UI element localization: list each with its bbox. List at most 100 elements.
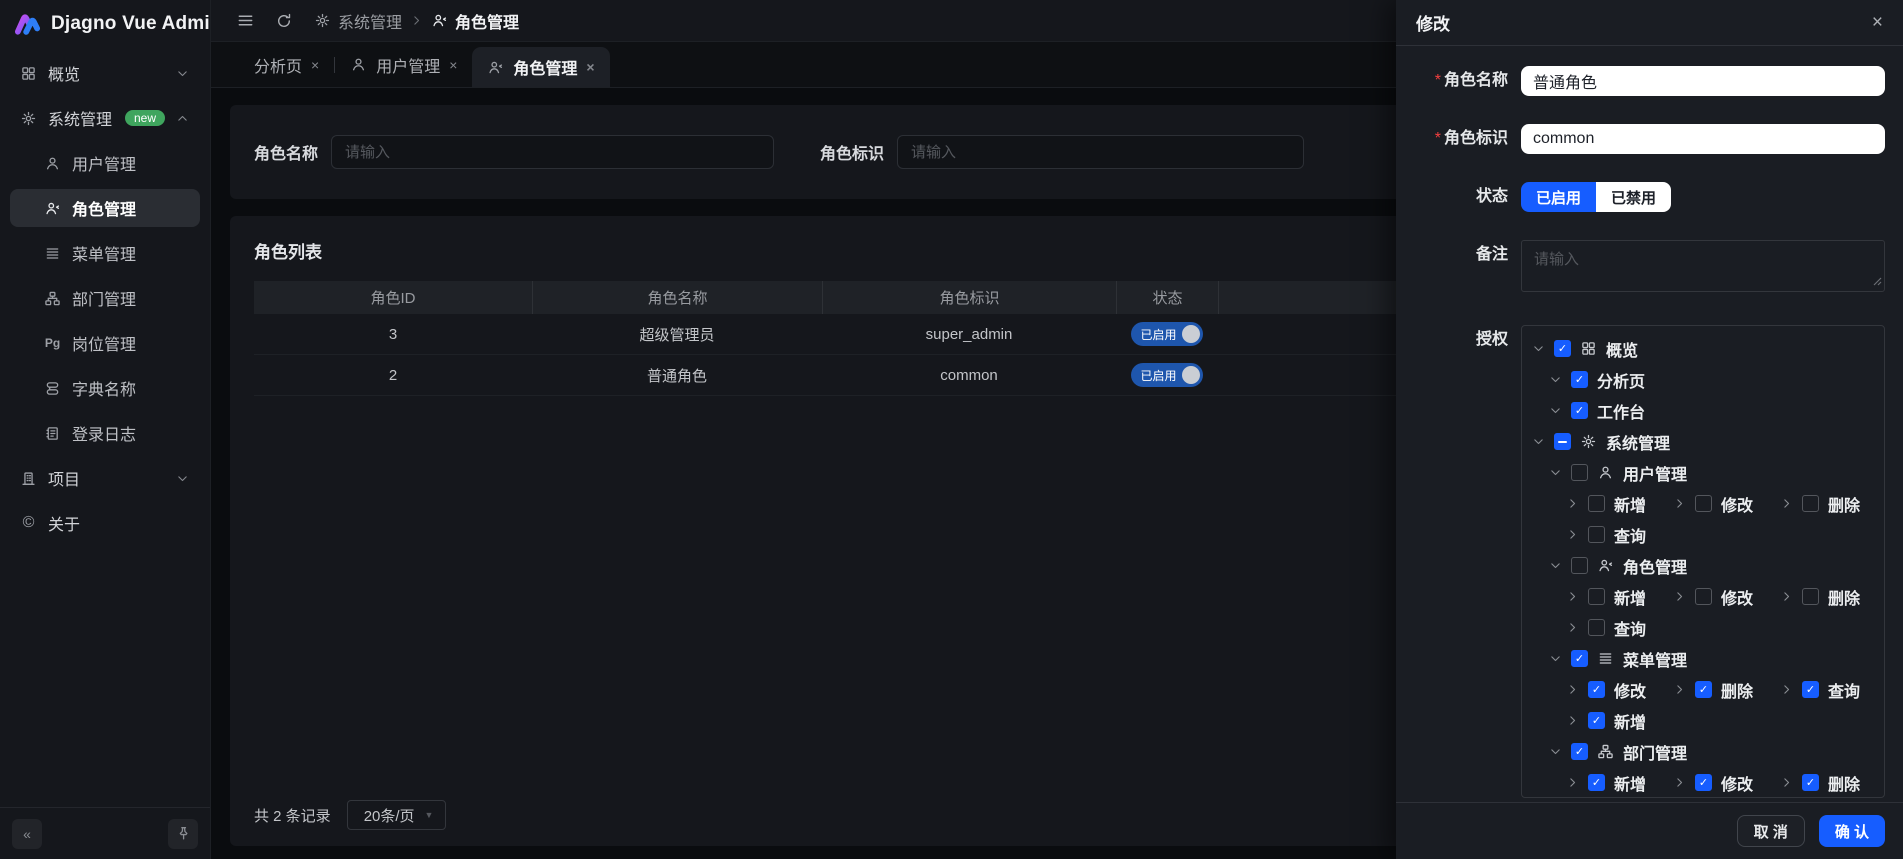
status-toggle[interactable]: 已启用: [1131, 363, 1202, 387]
breadcrumb-item[interactable]: 角色管理: [431, 9, 519, 33]
tree-checkbox[interactable]: ✓: [1571, 371, 1588, 388]
sidebar-item-users[interactable]: 用户管理: [10, 144, 200, 182]
refresh-button[interactable]: [276, 13, 292, 29]
chevron-right-icon[interactable]: [1566, 528, 1579, 541]
tree-checkbox[interactable]: ✓: [1554, 340, 1571, 357]
tree-node[interactable]: 修改: [1673, 492, 1753, 516]
tab-close-icon[interactable]: ×: [586, 59, 594, 75]
sidebar-item-positions[interactable]: Pg岗位管理: [10, 324, 200, 362]
tree-node[interactable]: ✓修改: [1566, 678, 1646, 702]
chevron-right-icon[interactable]: [1566, 683, 1579, 696]
sidebar-item-roles[interactable]: 角色管理: [10, 189, 200, 227]
chevron-down-icon[interactable]: [1549, 404, 1562, 417]
tree-checkbox[interactable]: [1588, 526, 1605, 543]
tree-checkbox[interactable]: ✓: [1695, 681, 1712, 698]
sidebar-pin-button[interactable]: [168, 819, 198, 849]
sidebar-item-login-logs[interactable]: 登录日志: [10, 414, 200, 452]
tree-node[interactable]: 删除: [1780, 585, 1860, 609]
chevron-right-icon[interactable]: [1673, 776, 1686, 789]
chevron-right-icon[interactable]: [1566, 621, 1579, 634]
chevron-down-icon[interactable]: [1549, 559, 1562, 572]
tree-checkbox[interactable]: [1588, 588, 1605, 605]
breadcrumb-item[interactable]: 系统管理: [314, 9, 402, 33]
tab-close-icon[interactable]: ×: [449, 57, 457, 73]
role-code-input[interactable]: [1521, 124, 1885, 154]
status-disabled-option[interactable]: 已禁用: [1596, 182, 1671, 212]
chevron-down-icon[interactable]: [1549, 373, 1562, 386]
sidebar-item-departments[interactable]: 部门管理: [10, 279, 200, 317]
chevron-right-icon[interactable]: [1673, 497, 1686, 510]
chevron-down-icon[interactable]: [1532, 342, 1545, 355]
tree-node[interactable]: 系统管理: [1532, 430, 1670, 454]
tree-checkbox[interactable]: ✓: [1571, 402, 1588, 419]
tree-node[interactable]: ✓部门管理: [1549, 740, 1687, 764]
tree-node[interactable]: 删除: [1780, 492, 1860, 516]
tree-node[interactable]: ✓删除: [1780, 771, 1860, 795]
tab-close-icon[interactable]: ×: [311, 57, 319, 73]
tree-node[interactable]: ✓菜单管理: [1549, 647, 1687, 671]
tree-checkbox[interactable]: ✓: [1588, 774, 1605, 791]
chevron-down-icon[interactable]: [1532, 435, 1545, 448]
cancel-button[interactable]: 取 消: [1737, 815, 1805, 847]
sidebar-collapse-button[interactable]: «: [12, 819, 42, 849]
tree-checkbox[interactable]: ✓: [1695, 774, 1712, 791]
sidebar-item-system[interactable]: 系统管理new: [10, 99, 200, 137]
remark-textarea[interactable]: [1521, 240, 1885, 292]
tree-checkbox[interactable]: ✓: [1802, 774, 1819, 791]
tree-node[interactable]: 用户管理: [1549, 461, 1687, 485]
search-input-role-name[interactable]: [331, 135, 774, 169]
tree-checkbox[interactable]: [1802, 588, 1819, 605]
tree-node[interactable]: ✓删除: [1673, 678, 1753, 702]
tab-analysis[interactable]: 分析页×: [239, 42, 334, 87]
tree-node[interactable]: ✓分析页: [1549, 368, 1645, 392]
sidebar-item-overview[interactable]: 概览: [10, 54, 200, 92]
tree-node[interactable]: ✓修改: [1673, 771, 1753, 795]
tree-node[interactable]: ✓工作台: [1549, 399, 1645, 423]
status-toggle[interactable]: 已启用: [1131, 322, 1202, 346]
tree-checkbox[interactable]: [1588, 495, 1605, 512]
tree-checkbox[interactable]: ✓: [1588, 681, 1605, 698]
tree-checkbox[interactable]: [1554, 433, 1571, 450]
tree-checkbox[interactable]: [1571, 464, 1588, 481]
chevron-right-icon[interactable]: [1673, 683, 1686, 696]
confirm-button[interactable]: 确 认: [1819, 815, 1885, 847]
tree-checkbox[interactable]: [1588, 619, 1605, 636]
tree-node[interactable]: 查询: [1566, 523, 1646, 547]
status-enabled-option[interactable]: 已启用: [1521, 182, 1596, 212]
chevron-right-icon[interactable]: [1780, 776, 1793, 789]
chevron-right-icon[interactable]: [1780, 683, 1793, 696]
page-size-select[interactable]: 20条/页 ▼: [347, 800, 447, 830]
chevron-right-icon[interactable]: [1780, 497, 1793, 510]
chevron-down-icon[interactable]: [1549, 745, 1562, 758]
tree-node[interactable]: ✓查询: [1780, 678, 1860, 702]
chevron-right-icon[interactable]: [1780, 590, 1793, 603]
tree-checkbox[interactable]: [1695, 588, 1712, 605]
tree-checkbox[interactable]: [1695, 495, 1712, 512]
tree-node[interactable]: ✓新增: [1566, 771, 1646, 795]
tree-checkbox[interactable]: ✓: [1571, 743, 1588, 760]
tab-users[interactable]: 用户管理×: [335, 42, 472, 87]
tree-node[interactable]: 新增: [1566, 492, 1646, 516]
tree-checkbox[interactable]: [1802, 495, 1819, 512]
chevron-down-icon[interactable]: [1549, 652, 1562, 665]
sidebar-item-project[interactable]: 项目: [10, 459, 200, 497]
chevron-right-icon[interactable]: [1566, 776, 1579, 789]
tree-node[interactable]: ✓概览: [1532, 337, 1638, 361]
chevron-right-icon[interactable]: [1673, 590, 1686, 603]
tree-node[interactable]: ✓新增: [1566, 709, 1646, 733]
tree-checkbox[interactable]: ✓: [1571, 650, 1588, 667]
menu-toggle-button[interactable]: [237, 12, 254, 29]
tree-node[interactable]: 修改: [1673, 585, 1753, 609]
tree-checkbox[interactable]: [1571, 557, 1588, 574]
sidebar-item-menus[interactable]: 菜单管理: [10, 234, 200, 272]
chevron-right-icon[interactable]: [1566, 497, 1579, 510]
search-input-role-code[interactable]: [897, 135, 1304, 169]
role-name-input[interactable]: [1521, 66, 1885, 96]
drawer-close-button[interactable]: ×: [1872, 13, 1883, 32]
tree-checkbox[interactable]: ✓: [1588, 712, 1605, 729]
tree-node[interactable]: 角色管理: [1549, 554, 1687, 578]
chevron-right-icon[interactable]: [1566, 590, 1579, 603]
tree-node[interactable]: 查询: [1566, 616, 1646, 640]
sidebar-item-dictionary[interactable]: 字典名称: [10, 369, 200, 407]
tree-node[interactable]: 新增: [1566, 585, 1646, 609]
